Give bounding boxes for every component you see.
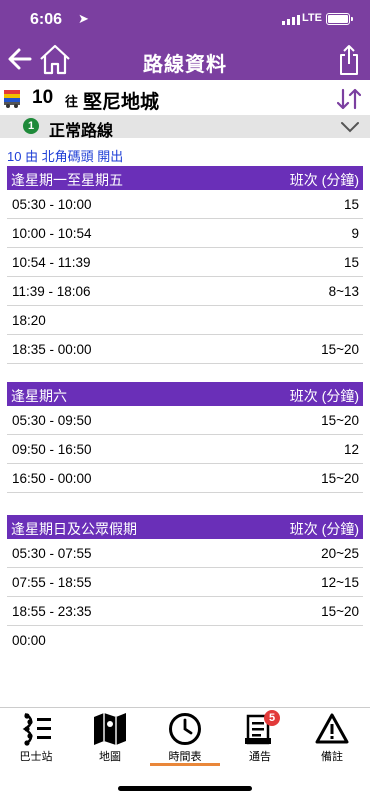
tab-label: 通告 <box>249 751 271 763</box>
interval: 15~20 <box>321 342 359 357</box>
table-row: 09:50 - 16:50 12 <box>7 435 363 464</box>
route-destination: 堅尼地城 <box>83 92 160 113</box>
timetable-section-saturday: 逢星期六 班次 (分鐘) 05:30 - 09:50 15~20 09:50 - … <box>7 382 363 493</box>
table-row: 05:30 - 09:50 15~20 <box>7 406 363 435</box>
timetable-section-sunday-holiday: 逢星期日及公眾假期 班次 (分鐘) 05:30 - 07:55 20~25 07:… <box>7 515 363 655</box>
warning-icon <box>315 713 349 744</box>
bottom-tab-bar: 巴士站 地圖 時間表 5 通告 備註 <box>0 707 370 767</box>
time-period: 00:00 <box>12 633 46 648</box>
table-row: 18:55 - 23:35 15~20 <box>7 597 363 626</box>
bus-stops-icon <box>22 712 51 746</box>
share-icon[interactable] <box>338 44 360 76</box>
network-type: LTE <box>302 12 322 24</box>
interval: 9 <box>351 226 359 241</box>
table-row: 11:39 - 18:06 8~13 <box>7 277 363 306</box>
time-period: 07:55 - 18:55 <box>12 575 92 590</box>
table-row: 18:35 - 00:00 15~20 <box>7 335 363 364</box>
interval: 15~20 <box>321 471 359 486</box>
tab-bus-stops[interactable]: 巴士站 <box>6 708 66 768</box>
interval: 20~25 <box>321 546 359 561</box>
section-day: 逢星期一至星期五 <box>11 172 123 188</box>
time-period: 05:30 - 10:00 <box>12 197 92 212</box>
interval: 12 <box>343 442 359 457</box>
nav-bar: 路線資料 <box>0 40 370 80</box>
route-header: 10 往 堅尼地城 <box>0 82 370 114</box>
location-arrow-icon: ➤ <box>78 11 89 26</box>
tab-map[interactable]: 地圖 <box>80 708 140 768</box>
table-row: 18:20 <box>7 306 363 335</box>
chevron-down-icon <box>341 122 359 133</box>
active-tab-indicator <box>150 763 220 766</box>
table-row: 16:50 - 00:00 15~20 <box>7 464 363 493</box>
time-period: 09:50 - 16:50 <box>12 442 92 457</box>
direction-prefix: 往 <box>65 94 79 109</box>
home-indicator[interactable] <box>118 786 252 791</box>
status-bar: 6:06 ➤ LTE <box>0 0 370 40</box>
status-time: 6:06 <box>30 11 63 28</box>
frequency-header: 班次 (分鐘) <box>289 388 359 404</box>
section-day: 逢星期六 <box>11 388 67 404</box>
section-header: 逢星期一至星期五 班次 (分鐘) <box>7 166 363 190</box>
bus-company-icon <box>4 90 20 108</box>
interval: 15 <box>343 197 359 212</box>
section-header: 逢星期六 班次 (分鐘) <box>7 382 363 406</box>
variant-label: 正常路線 <box>49 123 114 140</box>
section-header: 逢星期日及公眾假期 班次 (分鐘) <box>7 515 363 539</box>
time-period: 11:39 - 18:06 <box>12 284 91 299</box>
interval: 12~15 <box>321 575 359 590</box>
tab-label: 備註 <box>321 751 343 763</box>
time-period: 16:50 - 00:00 <box>12 471 92 486</box>
tab-remarks[interactable]: 備註 <box>302 708 362 768</box>
tab-label: 時間表 <box>168 751 202 763</box>
table-row: 00:00 <box>7 626 363 655</box>
frequency-header: 班次 (分鐘) <box>289 521 359 537</box>
interval: 15 <box>343 255 359 270</box>
interval: 15~20 <box>321 604 359 619</box>
tab-notices[interactable]: 5 通告 <box>230 708 290 768</box>
table-row: 05:30 - 07:55 20~25 <box>7 539 363 568</box>
signal-icon <box>282 15 300 25</box>
time-period: 10:54 - 11:39 <box>12 255 91 270</box>
swap-direction-icon[interactable] <box>337 88 361 110</box>
variant-badge: 1 <box>23 118 39 134</box>
time-period: 18:20 <box>12 313 46 328</box>
section-day: 逢星期日及公眾假期 <box>11 521 137 537</box>
table-row: 10:54 - 11:39 15 <box>7 248 363 277</box>
tab-label: 地圖 <box>99 751 121 763</box>
battery-icon <box>326 13 353 25</box>
interval: 8~13 <box>328 284 359 299</box>
table-row: 05:30 - 10:00 15 <box>7 190 363 219</box>
tab-timetable[interactable]: 時間表 <box>150 708 220 768</box>
origin-text: 10 由 北角碼頭 開出 <box>7 149 124 164</box>
timetable-section-weekdays: 逢星期一至星期五 班次 (分鐘) 05:30 - 10:00 15 10:00 -… <box>7 166 363 364</box>
time-period: 05:30 - 07:55 <box>12 546 92 561</box>
route-variant-selector[interactable]: 1 正常路線 <box>0 115 370 140</box>
tab-label: 巴士站 <box>19 751 53 763</box>
clock-icon <box>169 713 201 745</box>
table-row: 07:55 - 18:55 12~15 <box>7 568 363 597</box>
time-period: 18:35 - 00:00 <box>12 342 92 357</box>
time-period: 10:00 - 10:54 <box>12 226 92 241</box>
map-icon <box>94 713 126 745</box>
route-number: 10 <box>32 87 54 108</box>
frequency-header: 班次 (分鐘) <box>289 172 359 188</box>
interval: 15~20 <box>321 413 359 428</box>
notice-count-badge: 5 <box>264 710 280 726</box>
table-row: 10:00 - 10:54 9 <box>7 219 363 248</box>
page-title: 路線資料 <box>143 54 227 76</box>
time-period: 05:30 - 09:50 <box>12 413 92 428</box>
time-period: 18:55 - 23:35 <box>12 604 92 619</box>
